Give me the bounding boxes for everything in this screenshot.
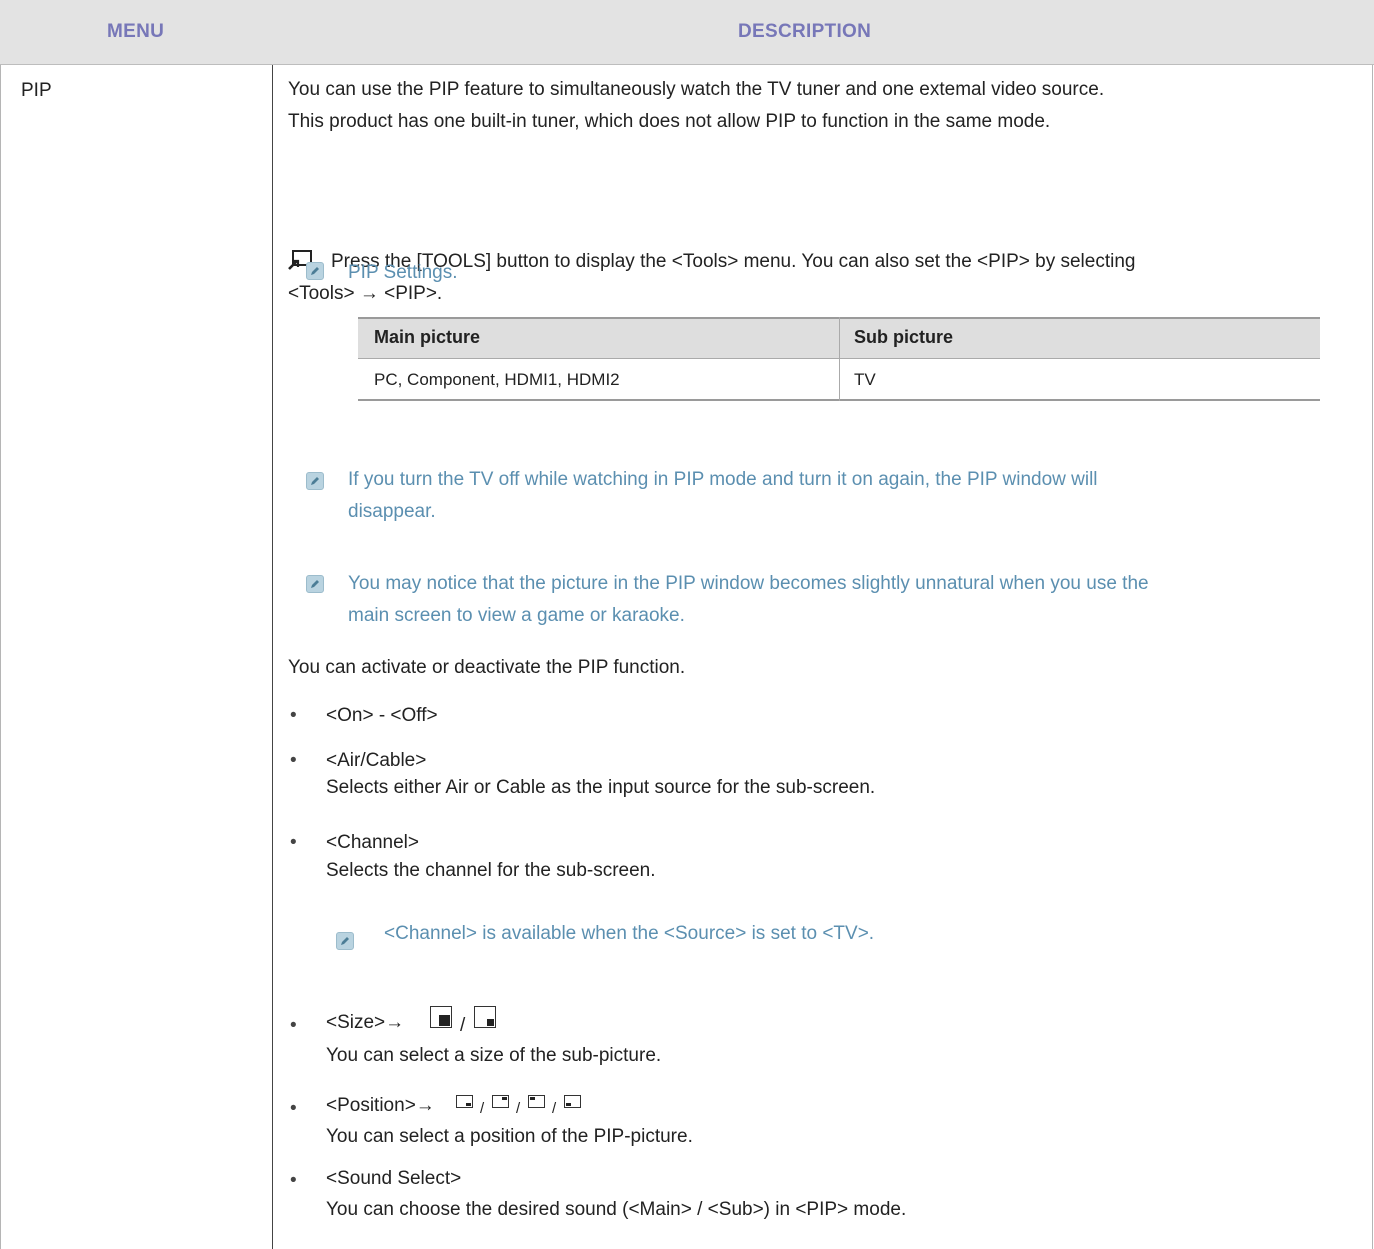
option-position-desc: You can select a position of the PIP-pic… xyxy=(326,1126,693,1147)
channel-note: <Channel> is available when the <Source>… xyxy=(384,923,875,944)
sub-picture-cell: TV xyxy=(854,370,876,389)
description-column-header: DESCRIPTION xyxy=(738,21,872,42)
bullet: • xyxy=(290,750,297,771)
option-channel-desc: Selects the channel for the sub-screen. xyxy=(326,860,656,881)
note-icon xyxy=(336,932,354,950)
size-small-icon xyxy=(474,1006,496,1028)
bullet: • xyxy=(290,1098,297,1119)
option-sound-select: <Sound Select> xyxy=(326,1168,462,1189)
position-top-left-icon xyxy=(528,1095,545,1108)
bullet: • xyxy=(290,832,297,853)
intro-line-2: This product has one built-in tuner, whi… xyxy=(288,111,1051,132)
unnatural-note-line-1: You may notice that the picture in the P… xyxy=(348,573,1149,594)
header-divider xyxy=(0,64,1374,65)
bullet: • xyxy=(290,705,297,726)
activate-text: You can activate or deactivate the PIP f… xyxy=(288,657,686,678)
position-bottom-left-icon xyxy=(564,1095,581,1108)
table-header: MENU DESCRIPTION xyxy=(0,0,1374,64)
main-picture-cell: PC, Component, HDMI1, HDMI2 xyxy=(374,370,620,389)
pip-settings-title: PIP Settings. xyxy=(348,262,458,283)
bullet: • xyxy=(290,1015,297,1036)
tv-off-note-line-2: disappear. xyxy=(348,501,436,522)
intro-line-1: You can use the PIP feature to simultane… xyxy=(288,79,1105,100)
sub-picture-header: Sub picture xyxy=(854,327,954,347)
note-icon xyxy=(306,575,324,593)
settings-table-divider xyxy=(839,317,840,401)
option-sound-select-desc: You can choose the desired sound (<Main>… xyxy=(326,1199,907,1220)
option-air-cable-desc: Selects either Air or Cable as the input… xyxy=(326,777,876,798)
bullet: • xyxy=(290,1170,297,1191)
size-large-icon xyxy=(430,1006,452,1028)
note-icon xyxy=(306,262,324,280)
pip-settings-table: Main picture Sub picture PC, Component, … xyxy=(358,317,1320,401)
column-divider xyxy=(272,65,273,1249)
note-icon xyxy=(306,472,324,490)
menu-item-pip: PIP xyxy=(21,80,52,101)
unnatural-note-line-2: main screen to view a game or karaoke. xyxy=(348,605,685,626)
option-size: <Size>→ xyxy=(326,1012,405,1033)
option-position: <Position>→ xyxy=(326,1095,435,1116)
position-bottom-right-icon xyxy=(456,1095,473,1108)
option-on-off: <On> - <Off> xyxy=(326,705,438,726)
position-top-right-icon xyxy=(492,1095,509,1108)
option-size-desc: You can select a size of the sub-picture… xyxy=(326,1045,662,1066)
manual-table xyxy=(0,0,1373,1249)
main-picture-header: Main picture xyxy=(374,327,481,347)
size-separator: / xyxy=(460,1015,466,1036)
menu-column-header: MENU xyxy=(107,21,165,42)
tv-off-note-line-1: If you turn the TV off while watching in… xyxy=(348,469,1098,490)
